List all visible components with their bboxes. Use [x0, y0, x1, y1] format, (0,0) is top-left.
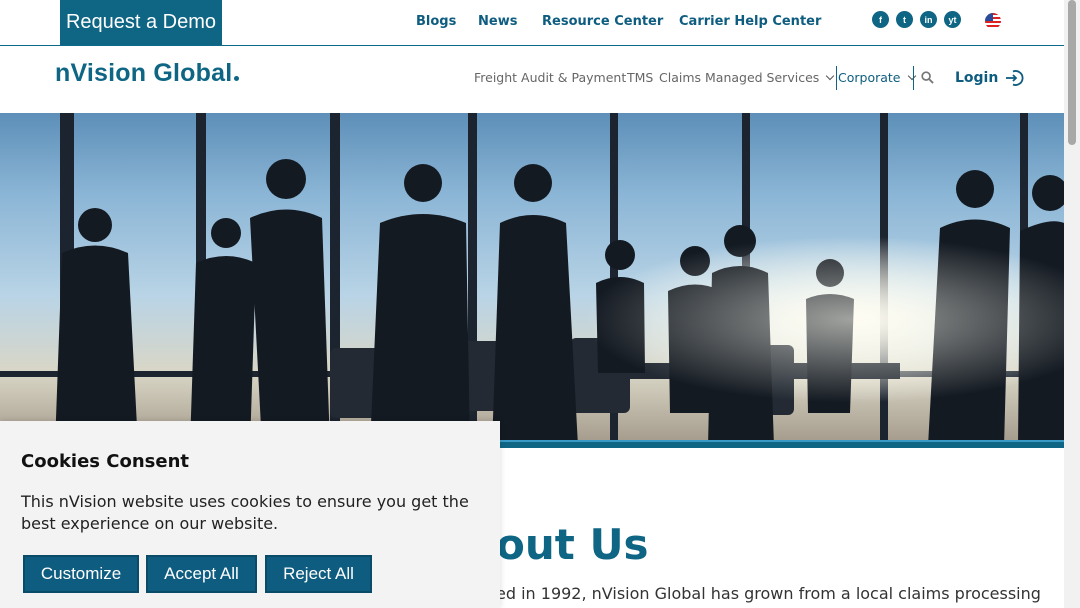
- logo-text: nVision Global: [55, 59, 233, 87]
- hero-image: [0, 113, 1064, 446]
- facebook-icon[interactable]: f: [872, 11, 889, 28]
- customize-button[interactable]: Customize: [23, 555, 139, 593]
- nav-managed-services[interactable]: Managed Services: [705, 70, 835, 85]
- nav-freight-audit[interactable]: Freight Audit & Payment: [474, 70, 626, 85]
- resource-center-link[interactable]: Resource Center: [542, 14, 663, 29]
- cookie-text: This nVision website uses cookies to ens…: [21, 492, 469, 533]
- request-demo-button[interactable]: Request a Demo: [60, 0, 222, 45]
- about-us-text: ed in 1992, nVision Global has grown fro…: [496, 584, 1041, 603]
- carrier-help-center-link[interactable]: Carrier Help Center: [679, 14, 821, 29]
- about-us-title: out Us: [496, 520, 649, 569]
- linkedin-icon[interactable]: in: [920, 11, 937, 28]
- blogs-link[interactable]: Blogs: [416, 14, 456, 29]
- us-flag-icon[interactable]: [985, 13, 1001, 29]
- nav-corporate[interactable]: Corporate: [838, 70, 916, 85]
- nav-divider-left: [836, 66, 837, 90]
- twitter-icon[interactable]: t: [896, 11, 913, 28]
- chevron-down-icon: [907, 71, 916, 81]
- main-header: nVision Global Freight Audit & Payment T…: [0, 46, 1064, 113]
- page: Request a Demo Blogs News Resource Cente…: [0, 0, 1080, 608]
- nav-claims[interactable]: Claims: [659, 70, 701, 85]
- news-link[interactable]: News: [478, 14, 517, 29]
- scrollbar[interactable]: [1064, 0, 1080, 608]
- cookie-consent-banner: Cookies Consent This nVision website use…: [0, 421, 500, 608]
- chevron-down-icon: [826, 71, 835, 81]
- managed-services-label: Managed Services: [705, 70, 820, 85]
- reject-all-button[interactable]: Reject All: [265, 555, 372, 593]
- nav-divider-right: [913, 66, 914, 90]
- logo-dot: [234, 76, 240, 81]
- logo[interactable]: nVision Global: [55, 59, 240, 88]
- login-icon: [1006, 70, 1024, 86]
- utility-bar: Request a Demo Blogs News Resource Cente…: [0, 0, 1064, 46]
- hero-silhouettes: [0, 113, 1064, 446]
- search-icon[interactable]: [921, 71, 934, 84]
- login-button[interactable]: Login: [955, 68, 1024, 88]
- corporate-label: Corporate: [838, 70, 901, 85]
- login-label: Login: [955, 70, 999, 86]
- nav-tms[interactable]: TMS: [627, 70, 653, 85]
- cookie-title: Cookies Consent: [21, 451, 190, 472]
- youtube-icon[interactable]: yt: [944, 11, 961, 28]
- accept-all-button[interactable]: Accept All: [146, 555, 257, 593]
- scrollbar-thumb[interactable]: [1068, 0, 1076, 145]
